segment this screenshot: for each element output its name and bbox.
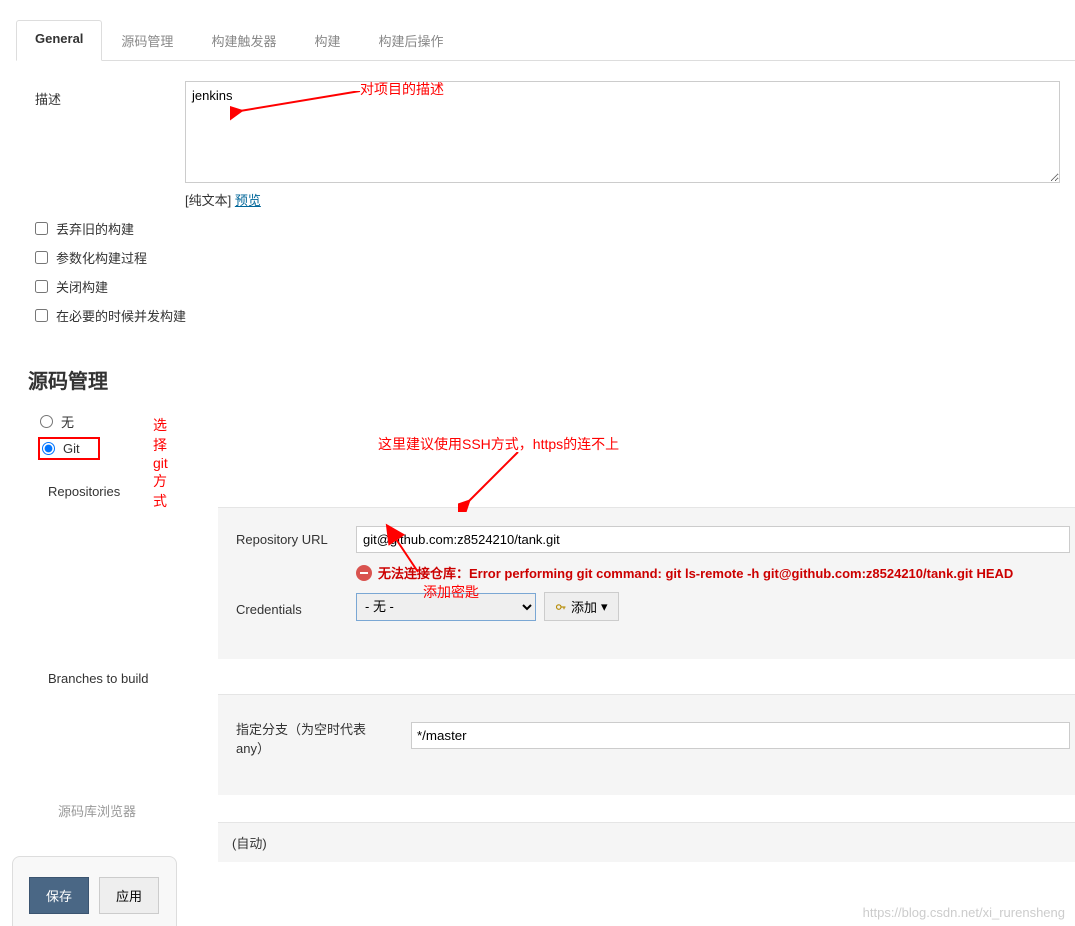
credentials-select[interactable]: - 无 - <box>356 593 536 621</box>
config-tabs: General 源码管理 构建触发器 构建 构建后操作 <box>16 20 1075 61</box>
browser-label-dim: 源码库浏览器 <box>58 801 1075 820</box>
concurrent-label: 在必要的时候并发构建 <box>56 306 186 325</box>
scm-git-radio[interactable] <box>42 442 55 455</box>
branch-spec-input[interactable] <box>411 722 1070 749</box>
action-bar: 保存 应用 <box>12 856 177 926</box>
parametrize-checkbox[interactable] <box>35 251 48 264</box>
save-button[interactable]: 保存 <box>29 877 89 914</box>
description-textarea[interactable] <box>185 81 1060 183</box>
scm-git-label: Git <box>63 441 80 456</box>
plaintext-label: [纯文本] <box>185 193 235 208</box>
watermark: https://blog.csdn.net/xi_rurensheng <box>863 905 1065 920</box>
add-credentials-button[interactable]: 添加 ▾ <box>544 592 619 621</box>
description-label: 描述 <box>35 81 185 209</box>
repo-url-label: Repository URL <box>236 526 356 547</box>
disable-checkbox[interactable] <box>35 280 48 293</box>
branch-spec-label: 指定分支（为空时代表any） <box>236 713 411 757</box>
tab-scm[interactable]: 源码管理 <box>102 20 192 61</box>
repo-error-text: 无法连接仓库：Error performing git command: git… <box>378 563 1013 582</box>
scm-section-title: 源码管理 <box>28 365 1075 394</box>
tab-build[interactable]: 构建 <box>295 20 359 61</box>
branches-label: Branches to build <box>48 665 218 686</box>
scm-none-radio[interactable] <box>40 415 53 428</box>
apply-button[interactable]: 应用 <box>99 877 159 914</box>
chevron-down-icon: ▾ <box>601 599 608 615</box>
scm-git-row: Git <box>38 437 100 460</box>
error-icon <box>356 565 372 581</box>
preview-link[interactable]: 预览 <box>235 193 261 208</box>
discard-old-label: 丢弃旧的构建 <box>56 219 134 238</box>
disable-label: 关闭构建 <box>56 277 108 296</box>
tab-triggers[interactable]: 构建触发器 <box>192 20 295 61</box>
repository-panel: Repository URL 无法连接仓库：Error performing g… <box>218 507 1075 659</box>
key-icon <box>555 601 567 613</box>
repo-browser-value[interactable]: (自动) <box>218 822 1075 862</box>
credentials-label: Credentials <box>236 596 356 617</box>
repo-url-input[interactable] <box>356 526 1070 553</box>
discard-old-checkbox[interactable] <box>35 222 48 235</box>
tab-general[interactable]: General <box>16 20 102 61</box>
branches-panel: 指定分支（为空时代表any） <box>218 694 1075 795</box>
concurrent-checkbox[interactable] <box>35 309 48 322</box>
parametrize-label: 参数化构建过程 <box>56 248 147 267</box>
annotation-ssh: 这里建议使用SSH方式，https的连不上 <box>378 434 619 454</box>
scm-none-label: 无 <box>61 412 74 431</box>
repositories-label: Repositories <box>48 478 218 499</box>
tab-postbuild[interactable]: 构建后操作 <box>359 20 462 61</box>
